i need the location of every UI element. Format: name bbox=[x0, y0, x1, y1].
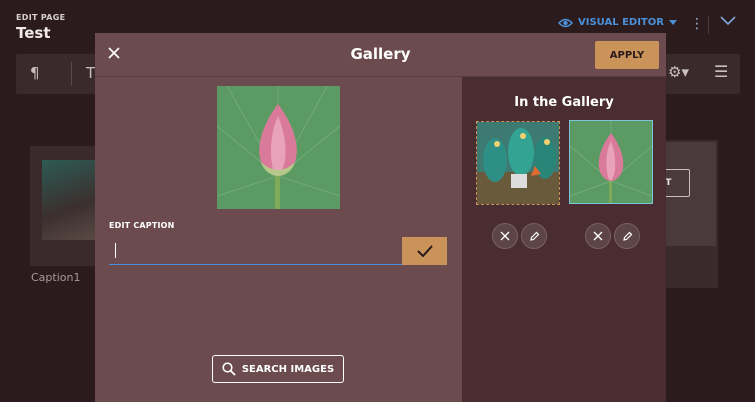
remove-icon bbox=[593, 231, 603, 241]
edit-item-button[interactable] bbox=[521, 223, 547, 249]
edit-caption-label: EDIT CAPTION bbox=[109, 221, 175, 230]
eye-icon bbox=[558, 18, 573, 27]
background-thumbnail bbox=[42, 160, 95, 240]
pencil-icon bbox=[529, 231, 539, 241]
text-style-icon[interactable]: T bbox=[86, 64, 95, 82]
remove-item-button[interactable] bbox=[585, 223, 611, 249]
edit-item-button[interactable] bbox=[614, 223, 640, 249]
collapse-chevron-icon[interactable] bbox=[720, 14, 736, 30]
dialog-header: Gallery APPLY bbox=[95, 33, 666, 77]
toolbar-divider bbox=[71, 62, 72, 86]
visual-editor-label: VISUAL EDITOR bbox=[578, 17, 664, 28]
gallery-item-lotus[interactable] bbox=[569, 120, 653, 204]
hamburger-icon[interactable]: ☰ bbox=[714, 62, 728, 81]
page-title: Test bbox=[16, 24, 51, 42]
paragraph-icon[interactable]: ¶ bbox=[30, 64, 40, 82]
divider bbox=[708, 16, 709, 34]
background-caption: Caption1 bbox=[31, 271, 81, 284]
more-vertical-icon[interactable]: ⋮ bbox=[690, 16, 704, 32]
gallery-dialog: Gallery APPLY EDIT CAPTION SEARCH IMAGES… bbox=[95, 33, 666, 402]
edit-page-label: EDIT PAGE bbox=[16, 13, 66, 22]
caption-input[interactable] bbox=[109, 237, 402, 265]
gallery-item-dragons[interactable] bbox=[476, 121, 560, 205]
check-icon bbox=[416, 245, 433, 257]
remove-icon bbox=[500, 231, 510, 241]
search-images-label: SEARCH IMAGES bbox=[241, 363, 335, 375]
search-icon bbox=[222, 362, 236, 376]
selected-image-preview bbox=[217, 86, 340, 209]
gallery-list-pane: In the Gallery bbox=[462, 77, 666, 402]
chevron-down-icon bbox=[668, 19, 677, 25]
image-editor-pane: EDIT CAPTION SEARCH IMAGES bbox=[95, 77, 462, 402]
dialog-title: Gallery bbox=[350, 45, 411, 63]
text-cursor bbox=[115, 243, 116, 258]
gear-icon[interactable]: ⚙▾ bbox=[668, 63, 689, 81]
page: EDIT PAGE Test VISUAL EDITOR ⋮ ¶ T ⚙▾ ☰ … bbox=[0, 0, 755, 402]
pencil-icon bbox=[622, 231, 632, 241]
remove-item-button[interactable] bbox=[492, 223, 518, 249]
search-images-button[interactable]: SEARCH IMAGES bbox=[212, 355, 344, 383]
confirm-caption-button[interactable] bbox=[402, 237, 447, 265]
gallery-heading: In the Gallery bbox=[514, 95, 614, 110]
apply-button[interactable]: APPLY bbox=[595, 41, 659, 69]
visual-editor-toggle[interactable]: VISUAL EDITOR bbox=[558, 17, 677, 28]
